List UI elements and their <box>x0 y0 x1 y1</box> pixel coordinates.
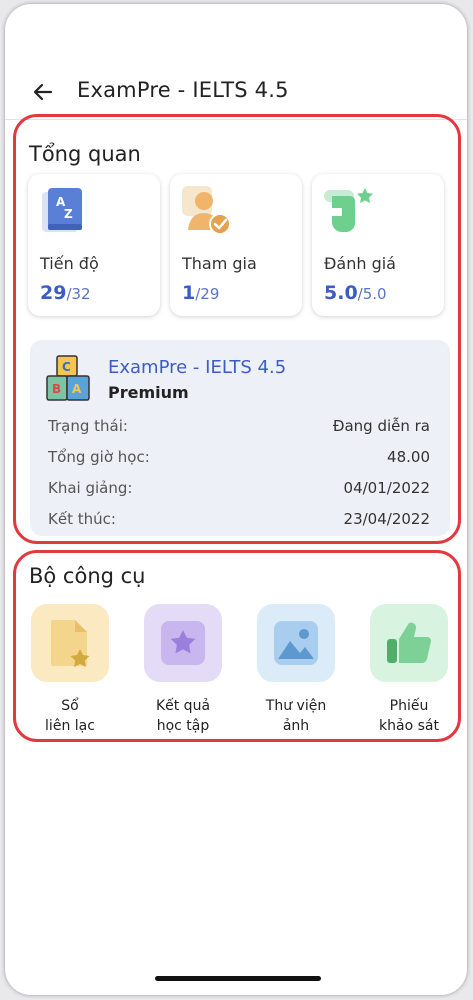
tools-section-title: Bộ công cụ <box>29 564 146 588</box>
stat-label: Tiến độ <box>40 254 99 273</box>
stat-card-rating[interactable]: Đánh giá 5.0/5.0 <box>312 174 444 316</box>
image-gallery-icon <box>274 621 318 665</box>
tool-photo-library[interactable]: Thư viện ảnh <box>246 604 346 736</box>
svg-text:Z: Z <box>64 207 73 221</box>
stat-value: 5.0/5.0 <box>324 282 387 304</box>
arrow-left-icon <box>33 83 53 101</box>
course-plan-badge: Premium <box>108 383 189 402</box>
tool-tile <box>257 604 335 682</box>
info-value: 48.00 <box>387 448 430 466</box>
abc-blocks-icon: C B A <box>44 354 94 404</box>
info-row-status: Trạng thái: Đang diễn ra <box>48 417 430 441</box>
home-indicator[interactable] <box>155 976 321 981</box>
app-screen: ExamPre - IELTS 4.5 Tổng quan A Z Tiến đ… <box>5 4 467 995</box>
tool-learning-results[interactable]: Kết quả học tập <box>133 604 233 736</box>
course-info-card: C B A ExamPre - IELTS 4.5 Premium Trạng … <box>30 340 450 536</box>
app-bar: ExamPre - IELTS 4.5 <box>5 64 467 120</box>
info-label: Khai giảng: <box>48 479 133 497</box>
info-row-total-hours: Tổng giờ học: 48.00 <box>48 448 430 472</box>
stat-number: 5.0 <box>324 282 358 304</box>
tool-label: Thư viện ảnh <box>265 698 327 734</box>
thumbs-up-icon <box>387 622 431 664</box>
tool-contact-book[interactable]: Sổ liên lạc <box>20 604 120 736</box>
info-label: Trạng thái: <box>48 417 128 435</box>
az-book-icon: A Z <box>40 186 90 236</box>
page-title: ExamPre - IELTS 4.5 <box>77 78 289 102</box>
user-check-icon <box>182 186 232 236</box>
stat-total: /5.0 <box>357 285 387 303</box>
tool-label: Kết quả học tập <box>155 698 211 734</box>
info-label: Kết thúc: <box>48 510 116 528</box>
info-value: Đang diễn ra <box>332 417 430 435</box>
stat-total: /29 <box>195 285 220 303</box>
svg-text:C: C <box>62 360 71 374</box>
info-value: 23/04/2022 <box>343 510 430 528</box>
stat-card-progress[interactable]: A Z Tiến độ 29/32 <box>28 174 160 316</box>
notebook-star-icon <box>51 620 90 667</box>
course-title[interactable]: ExamPre - IELTS 4.5 <box>108 357 286 378</box>
info-row-end-date: Kết thúc: 23/04/2022 <box>48 510 430 534</box>
tool-tile <box>31 604 109 682</box>
tool-label: Phiếu khảo sát <box>379 698 439 734</box>
stat-card-attendance[interactable]: Tham gia 1/29 <box>170 174 302 316</box>
hand-star-icon <box>324 186 374 236</box>
tool-tile <box>144 604 222 682</box>
stat-label: Đánh giá <box>324 254 396 273</box>
stat-value: 1/29 <box>182 282 219 304</box>
star-badge-icon <box>161 621 205 665</box>
tool-survey[interactable]: Phiếu khảo sát <box>359 604 459 736</box>
svg-text:B: B <box>52 382 61 396</box>
back-button[interactable] <box>27 76 59 108</box>
stat-number: 1 <box>182 282 196 304</box>
stat-total: /32 <box>66 285 91 303</box>
info-row-start-date: Khai giảng: 04/01/2022 <box>48 479 430 503</box>
svg-text:A: A <box>72 382 82 396</box>
info-value: 04/01/2022 <box>343 479 430 497</box>
stat-number: 29 <box>40 282 67 304</box>
overview-section-title: Tổng quan <box>29 142 141 166</box>
stat-label: Tham gia <box>182 254 257 273</box>
info-label: Tổng giờ học: <box>48 448 150 466</box>
tool-label: Sổ liên lạc <box>45 698 95 734</box>
stat-value: 29/32 <box>40 282 91 304</box>
tool-tile <box>370 604 448 682</box>
